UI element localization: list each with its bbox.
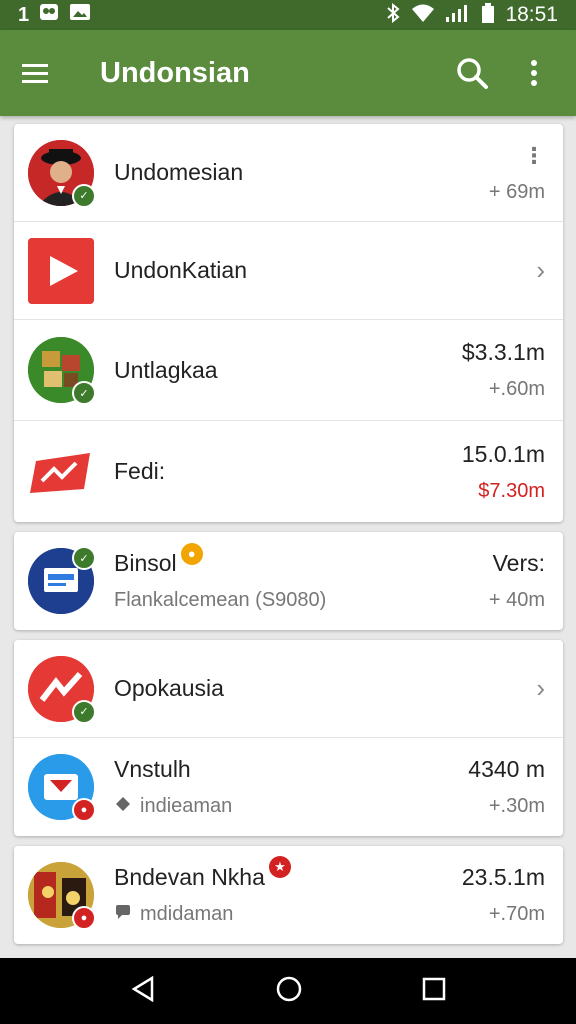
item-subtitle-row: indieaman [114, 795, 468, 819]
item-value-secondary: +.70m [488, 903, 545, 925]
alert-badge-icon: ● [72, 906, 96, 930]
item-value-secondary: +.30m [488, 795, 545, 817]
avatar: ● [28, 862, 96, 930]
status-time: 18:51 [505, 3, 558, 26]
item-text: Binsol ● Flankalcemean (S9080) [114, 542, 489, 612]
item-text: Fedi: [114, 458, 462, 485]
card: ✓ Binsol ● Flankalcemean (S9080) Vers: +… [14, 532, 563, 630]
item-value: Vers: [492, 550, 545, 576]
item-meta: 23.5.1m +.70m [462, 864, 545, 926]
item-title: UndonKatian [114, 257, 247, 283]
system-nav-bar [0, 958, 576, 1024]
list-item[interactable]: ● Bndevan Nkha ★ mdidaman 23.5.1m +.70m [14, 846, 563, 944]
list-item[interactable]: ✓ Undomesian ⋮ + 69m [14, 124, 563, 222]
item-title-row: Bndevan Nkha ★ [114, 856, 462, 891]
item-text: Undomesian [114, 159, 489, 186]
star-badge-icon: ★ [268, 856, 291, 878]
card: ✓ Opokausia › ● Vnstulh indieaman 4340 m… [14, 640, 563, 836]
item-title: Opokausia [114, 675, 224, 701]
app-title: Undonsian [100, 56, 250, 89]
card: ● Bndevan Nkha ★ mdidaman 23.5.1m +.70m [14, 846, 563, 944]
menu-icon[interactable] [22, 55, 58, 91]
item-subtitle: indieaman [140, 795, 233, 817]
back-icon[interactable] [130, 975, 156, 1007]
avatar: ● [28, 754, 96, 822]
list-item[interactable]: ✓ Opokausia › [14, 640, 563, 738]
item-value: 23.5.1m [461, 864, 545, 890]
item-title: Bndevan Nkha [114, 863, 265, 890]
item-text: Bndevan Nkha ★ mdidaman [114, 856, 462, 927]
item-title: Undomesian [114, 159, 244, 185]
avatar [28, 237, 94, 304]
item-title: Vnstulh [114, 755, 191, 782]
chevron-right-icon[interactable]: › [536, 673, 545, 704]
item-subtitle: mdidaman [140, 903, 234, 925]
check-badge-icon: ✓ [72, 546, 96, 570]
list-item[interactable]: Fedi: 15.0.1m $7.30m [14, 421, 563, 522]
item-value: 15.0.1m [461, 440, 545, 467]
item-text: Untlagkaa [114, 357, 462, 384]
tag-icon [114, 795, 132, 819]
list-item[interactable]: ✓ Binsol ● Flankalcemean (S9080) Vers: +… [14, 532, 563, 630]
item-title: Fedi: [114, 458, 166, 484]
avatar: ✓ [28, 655, 96, 724]
chat-icon [114, 903, 132, 927]
alert-badge-icon: ● [72, 798, 96, 822]
kebab-icon[interactable]: ⋮ [489, 142, 545, 169]
list-item[interactable]: ✓ Untlagkaa $3.3.1m +.60m [14, 320, 563, 421]
avatar [28, 439, 94, 505]
status-bar: 1 18:51 [0, 0, 576, 30]
card: ✓ Undomesian ⋮ + 69m UndonKatian › ✓ Unt… [14, 124, 563, 522]
item-meta: $3.3.1m +.60m [462, 339, 545, 401]
item-title-row: Binsol ● [114, 542, 489, 577]
image-icon [69, 3, 91, 27]
item-meta: 4340 m +.30m [468, 756, 545, 818]
avatar: ✓ [28, 139, 96, 208]
wifi-icon [411, 3, 435, 28]
check-badge-icon: ✓ [72, 699, 96, 724]
item-subtitle: Flankalcemean (S9080) [114, 589, 327, 611]
item-subtitle-row: mdidaman [114, 903, 462, 927]
item-text: UndonKatian [114, 257, 536, 284]
bluetooth-icon [385, 2, 401, 28]
check-badge-icon: ✓ [72, 381, 96, 405]
list-item[interactable]: ● Vnstulh indieaman 4340 m +.30m [14, 738, 563, 836]
item-value: $3.3.1m [461, 339, 545, 365]
item-meta: Vers: + 40m [489, 550, 545, 612]
item-value-secondary: +.60m [488, 378, 545, 400]
recents-icon[interactable] [422, 977, 446, 1006]
overflow-menu-icon[interactable] [514, 53, 554, 93]
coin-badge-icon: ● [180, 542, 203, 565]
search-icon[interactable] [452, 53, 492, 93]
avatar: ✓ [28, 546, 96, 614]
battery-icon [481, 2, 495, 29]
item-text: Opokausia [114, 675, 536, 702]
item-value-secondary: + 40m [488, 589, 545, 611]
avatar: ✓ [28, 337, 96, 405]
item-meta: 15.0.1m $7.30m [462, 441, 545, 503]
home-icon[interactable] [275, 975, 303, 1008]
item-title: Untlagkaa [114, 356, 218, 383]
list-item[interactable]: UndonKatian › [14, 222, 563, 320]
status-left-text: 1 [18, 3, 30, 26]
trend-icon [28, 439, 94, 505]
content-list: ✓ Undomesian ⋮ + 69m UndonKatian › ✓ Unt… [14, 124, 563, 954]
signal-icon [445, 3, 471, 28]
item-title: Binsol [114, 550, 177, 576]
status-right: 18:51 [385, 2, 558, 29]
status-left: 1 [18, 3, 91, 27]
item-value: 4340 m [468, 756, 545, 782]
item-value-secondary: + 69m [488, 180, 545, 203]
item-meta: ⋮ + 69m [489, 142, 545, 204]
check-badge-icon: ✓ [72, 183, 96, 208]
app-bar: Undonsian [0, 30, 576, 116]
item-text: Vnstulh indieaman [114, 756, 468, 819]
item-value-secondary: $7.30m [478, 479, 545, 502]
play-icon [28, 237, 94, 304]
chevron-right-icon[interactable]: › [536, 255, 545, 286]
notification-icon [39, 3, 59, 27]
